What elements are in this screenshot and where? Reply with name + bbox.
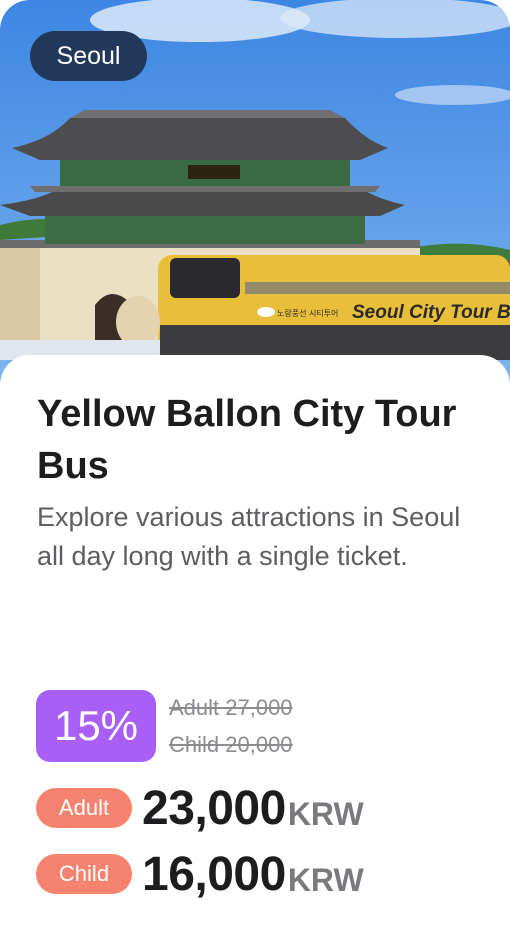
tour-title: Yellow Ballon City Tour Bus xyxy=(37,393,457,487)
tour-card[interactable]: Seoul City Tour Bu 노랑풍선 시티투어 Seoul Yello… xyxy=(0,0,510,933)
child-currency: KRW xyxy=(287,861,364,898)
tour-details: Yellow Ballon City Tour Bus Explore vari… xyxy=(0,355,510,933)
tour-description: Explore various attractions in Seoul all… xyxy=(37,502,461,571)
adult-currency: KRW xyxy=(287,795,364,832)
original-price-adult: Adult 27,000 xyxy=(169,695,293,720)
child-price: 16,000 xyxy=(142,847,286,901)
adult-label-pill: Adult xyxy=(36,788,132,828)
child-label-pill: Child xyxy=(36,854,132,894)
original-price-child: Child 20,000 xyxy=(169,732,293,757)
bus-small-text: 노랑풍선 시티투어 xyxy=(277,308,338,318)
price-row-child: Child 16,000 KRW xyxy=(36,844,364,904)
adult-price: 23,000 xyxy=(142,781,286,835)
price-row-adult: Adult 23,000 KRW xyxy=(36,778,364,838)
bus-text: Seoul City Tour Bu xyxy=(352,302,510,323)
location-badge: Seoul xyxy=(30,31,147,81)
discount-badge: 15% xyxy=(36,690,156,762)
tour-photo: Seoul City Tour Bu 노랑풍선 시티투어 Seoul xyxy=(0,0,510,400)
